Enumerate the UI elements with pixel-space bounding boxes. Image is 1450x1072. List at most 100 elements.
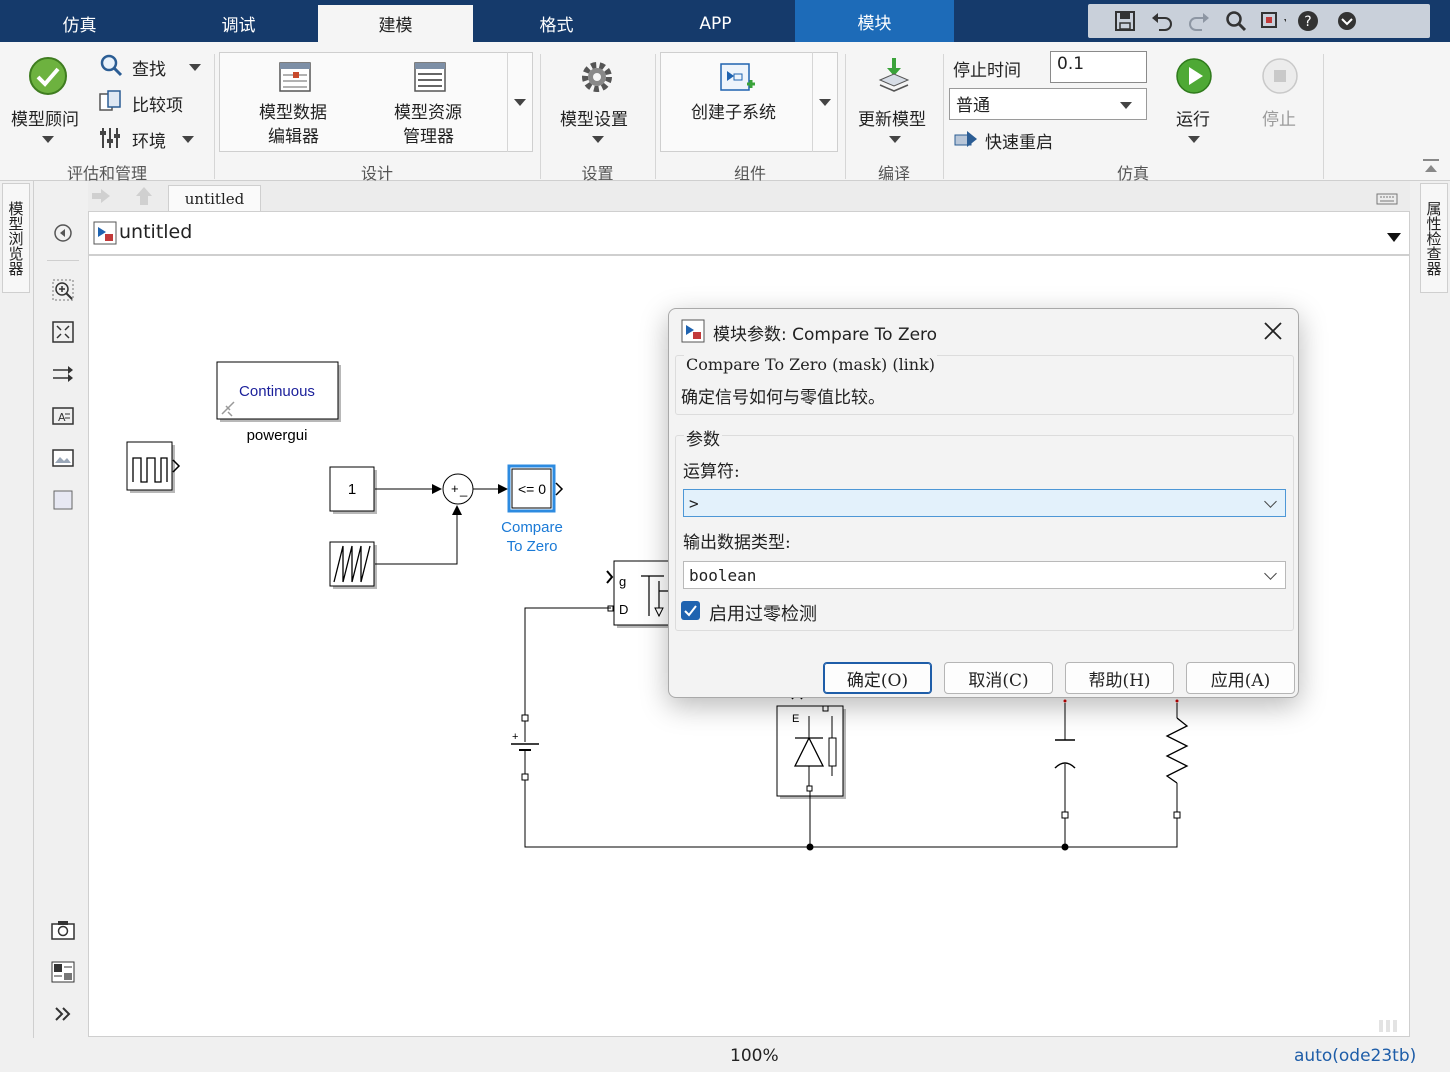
dc-voltage-source[interactable] bbox=[511, 714, 539, 781]
camera-icon[interactable] bbox=[51, 918, 75, 942]
keyboard-icon[interactable] bbox=[1376, 190, 1398, 209]
apply-button[interactable]: 应用(A) bbox=[1186, 662, 1295, 694]
model-data-icon[interactable] bbox=[51, 960, 75, 984]
model-advisor-dropdown-icon[interactable] bbox=[42, 136, 54, 143]
compare-button[interactable]: 比较项 bbox=[132, 91, 183, 116]
simulation-mode-value: 普通 bbox=[956, 96, 990, 116]
pulse-generator-block[interactable] bbox=[126, 441, 181, 493]
block-parameters-dialog: 模块参数: Compare To Zero Compare To Zero (m… bbox=[668, 308, 1299, 698]
component-gallery-chevron-icon[interactable] bbox=[819, 99, 831, 106]
area-icon[interactable] bbox=[51, 488, 75, 512]
redo-icon[interactable] bbox=[1186, 8, 1212, 34]
design-gallery-chevron-icon[interactable] bbox=[514, 99, 526, 106]
save-icon[interactable] bbox=[1112, 8, 1138, 34]
power-wire[interactable] bbox=[524, 780, 1178, 848]
resistor-block[interactable] bbox=[1165, 699, 1189, 819]
parameters-label: 参数 bbox=[684, 425, 722, 450]
auto-arrange-icon[interactable] bbox=[51, 362, 75, 386]
ribbon-tab-bar: 仿真 调试 建模 格式 APP 模块 ? bbox=[0, 0, 1450, 42]
update-model-button[interactable]: 更新模型 bbox=[858, 105, 926, 130]
igbt-diode-block[interactable] bbox=[776, 691, 846, 799]
create-subsystem-button[interactable]: 创建子系统 bbox=[691, 98, 776, 123]
cancel-button[interactable]: 取消(C) bbox=[944, 662, 1053, 694]
stop-time-input[interactable]: 0.1 bbox=[1050, 51, 1147, 83]
model-data-editor-label-1[interactable]: 模型数据 bbox=[259, 98, 327, 123]
output-type-select[interactable]: boolean bbox=[683, 561, 1286, 589]
solver-link[interactable]: auto(ode23tb) bbox=[1294, 1046, 1416, 1066]
help-icon[interactable]: ? bbox=[1297, 8, 1323, 34]
resize-grip-icon[interactable] bbox=[1379, 1020, 1397, 1032]
power-wire[interactable] bbox=[524, 607, 611, 715]
annotation-icon[interactable]: A bbox=[51, 404, 75, 428]
operator-select[interactable]: > bbox=[683, 489, 1286, 517]
zero-crossing-label[interactable]: 启用过零检测 bbox=[709, 600, 817, 626]
run-dropdown-icon[interactable] bbox=[1188, 136, 1200, 143]
repeating-sequence-block[interactable] bbox=[329, 541, 377, 589]
tab-simulation[interactable]: 仿真 bbox=[0, 5, 159, 42]
dialog-model-icon bbox=[681, 319, 705, 347]
model-advisor-icon[interactable] bbox=[28, 56, 68, 100]
forward-arrow-icon[interactable] bbox=[90, 187, 112, 209]
tab-debug[interactable]: 调试 bbox=[159, 5, 318, 42]
compare-label-line-2: To Zero bbox=[507, 538, 558, 555]
zero-crossing-checkbox[interactable] bbox=[681, 601, 700, 620]
hide-browser-icon[interactable] bbox=[51, 221, 75, 245]
capacitor-block[interactable] bbox=[1054, 699, 1076, 819]
close-icon[interactable] bbox=[1263, 321, 1283, 345]
zoom-in-icon[interactable] bbox=[51, 278, 75, 302]
model-settings-button[interactable]: 模型设置 bbox=[560, 105, 628, 130]
powergui-mode-text: Continuous bbox=[239, 383, 315, 400]
environment-dropdown-icon[interactable] bbox=[182, 136, 194, 143]
find-dropdown-icon[interactable] bbox=[189, 64, 201, 71]
undo-icon[interactable] bbox=[1149, 8, 1175, 34]
chevron-down-icon bbox=[1264, 495, 1277, 508]
stop-button[interactable]: 停止 bbox=[1262, 105, 1296, 130]
operator-value: > bbox=[689, 494, 699, 513]
simulation-mode-chevron-icon[interactable] bbox=[1120, 102, 1132, 109]
signal-line[interactable] bbox=[375, 505, 462, 565]
simulation-mode-select[interactable]: 普通 bbox=[949, 88, 1147, 120]
environment-icon bbox=[98, 125, 124, 155]
quick-access-toolbar: ? bbox=[1088, 4, 1430, 38]
image-icon[interactable] bbox=[51, 446, 75, 470]
model-settings-dropdown-icon[interactable] bbox=[592, 136, 604, 143]
gear-icon bbox=[580, 60, 614, 98]
canvas-toolbar: A bbox=[38, 181, 88, 1038]
toolbar-divider bbox=[47, 260, 79, 261]
update-model-dropdown-icon[interactable] bbox=[889, 136, 901, 143]
model-advisor-button[interactable]: 模型顾问 bbox=[11, 105, 79, 130]
fast-restart-button[interactable]: 快速重启 bbox=[985, 128, 1053, 153]
model-explorer-label-1[interactable]: 模型资源 bbox=[394, 98, 462, 123]
stop-time-label: 停止时间 bbox=[953, 61, 1021, 81]
mosfet-block[interactable] bbox=[606, 560, 677, 628]
address-dropdown-icon[interactable] bbox=[1387, 228, 1401, 247]
property-inspector-tab[interactable]: 属性检查器 bbox=[1420, 183, 1448, 293]
tab-block[interactable]: 模块 bbox=[795, 0, 954, 42]
collapse-ribbon-icon[interactable] bbox=[1421, 158, 1441, 180]
create-subsystem-icon bbox=[719, 62, 755, 100]
run-button[interactable]: 运行 bbox=[1176, 105, 1210, 130]
expand-toolbar-icon[interactable] bbox=[51, 1002, 75, 1026]
tab-format[interactable]: 格式 bbox=[477, 5, 636, 42]
stop-icon[interactable] bbox=[1262, 58, 1298, 98]
find-icon bbox=[98, 53, 124, 83]
collapse-icon[interactable] bbox=[1334, 8, 1360, 34]
model-data-editor-icon bbox=[279, 62, 311, 96]
tab-modeling[interactable]: 建模 bbox=[318, 5, 473, 42]
fit-to-view-icon[interactable] bbox=[51, 320, 75, 344]
up-arrow-icon[interactable] bbox=[134, 185, 154, 211]
find-button[interactable]: 查找 bbox=[132, 55, 166, 80]
chevron-down-icon bbox=[1264, 567, 1277, 580]
environment-button[interactable]: 环境 bbox=[132, 127, 166, 152]
search-icon[interactable] bbox=[1223, 8, 1249, 34]
model-explorer-label-2[interactable]: 管理器 bbox=[403, 122, 454, 147]
ok-button[interactable]: 确定(O) bbox=[823, 662, 932, 694]
tab-apps[interactable]: APP bbox=[636, 5, 795, 42]
run-icon[interactable] bbox=[1176, 58, 1212, 98]
find-window-icon[interactable] bbox=[1260, 8, 1286, 34]
breadcrumb-tab[interactable]: untitled bbox=[168, 185, 261, 211]
help-button[interactable]: 帮助(H) bbox=[1065, 662, 1174, 694]
model-data-editor-label-2[interactable]: 编辑器 bbox=[268, 122, 319, 147]
model-browser-tab[interactable]: 模型浏览器 bbox=[2, 183, 30, 293]
compare-icon bbox=[98, 89, 124, 119]
